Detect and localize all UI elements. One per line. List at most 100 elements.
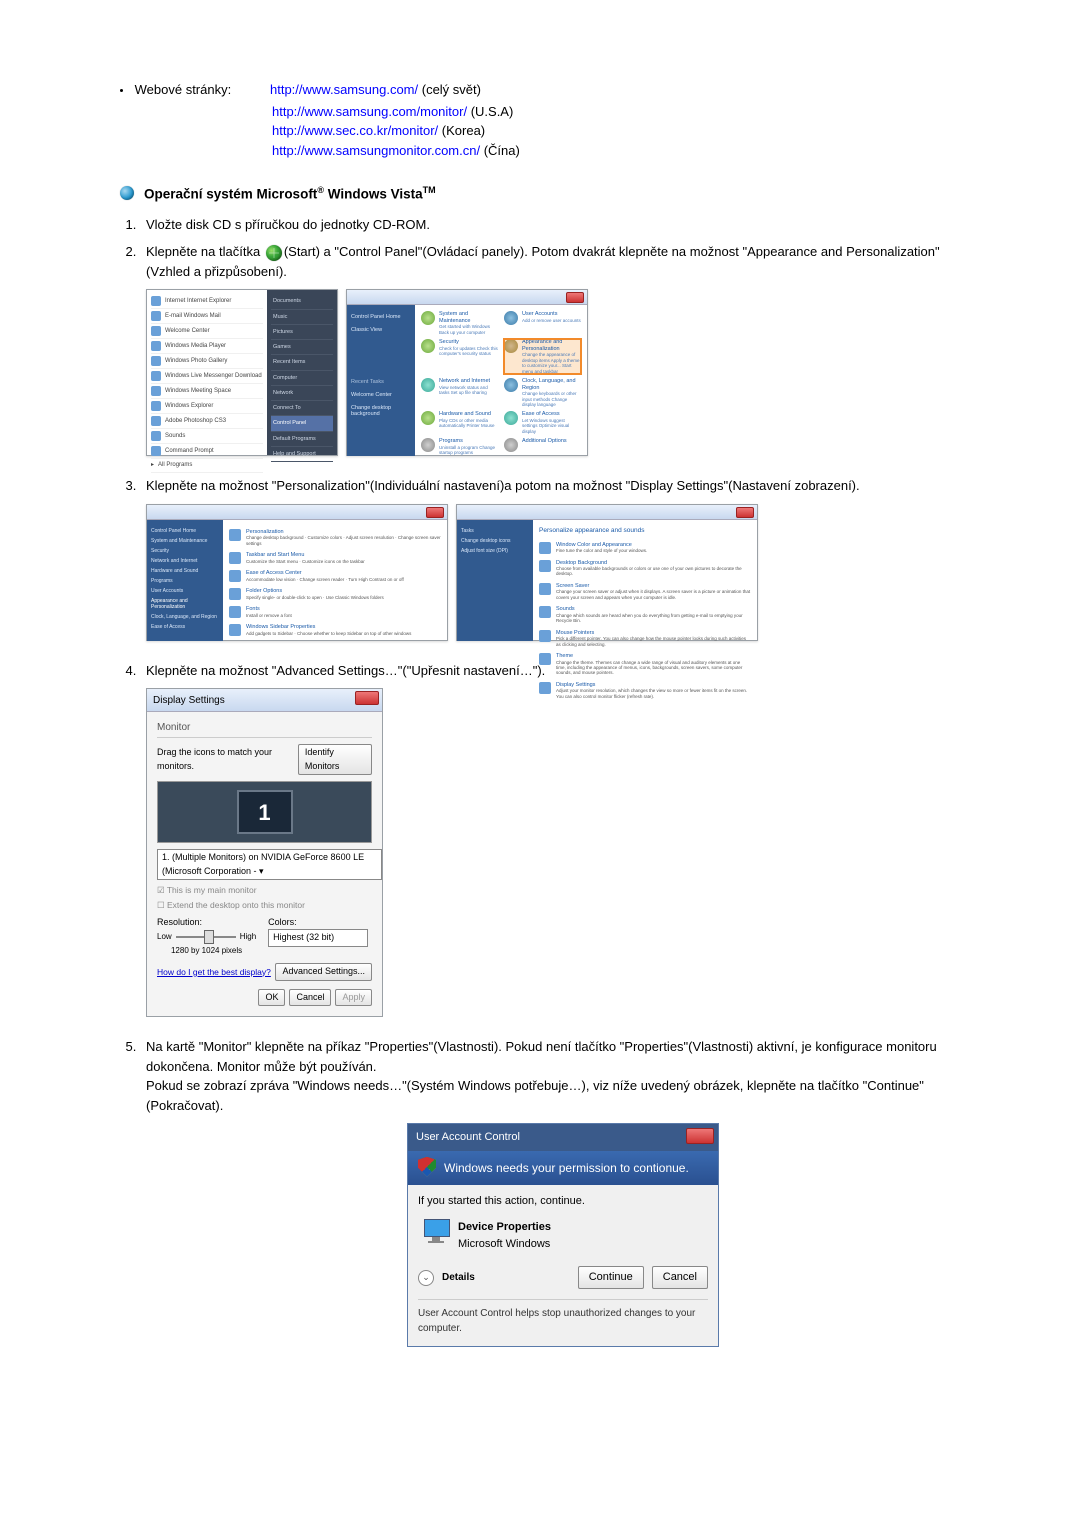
personalization-main: Personalize appearance and sounds Window… xyxy=(533,520,757,641)
app-icon xyxy=(151,296,161,306)
side-item: Change desktop icons xyxy=(461,536,529,546)
start-menu-control-panel: Control Panel xyxy=(271,416,333,431)
start-menu-item: Windows Photo Gallery xyxy=(165,357,227,366)
app-icon xyxy=(151,356,161,366)
item-title: Ease of Access Center xyxy=(246,570,302,576)
app-icon xyxy=(151,341,161,351)
best-display-link[interactable]: How do I get the best display? xyxy=(157,966,271,979)
bullet-dot-icon xyxy=(120,89,123,92)
start-menu-item: Music xyxy=(271,310,333,325)
continue-button[interactable]: Continue xyxy=(578,1266,644,1289)
start-menu-item: Pictures xyxy=(271,325,333,340)
cp-side-recent-item: Change desktop background xyxy=(351,402,411,421)
personalization-sidebar: Tasks Change desktop icons Adjust font s… xyxy=(457,520,533,641)
category-icon xyxy=(504,438,518,452)
step-4: Klepněte na možnost "Advanced Settings…"… xyxy=(140,661,980,1018)
slider-low: Low xyxy=(157,931,172,943)
item-icon xyxy=(229,588,241,600)
section-title: Operační systém Microsoft® Windows Vista… xyxy=(144,184,436,205)
main-monitor-checkbox: ☑ This is my main monitor xyxy=(157,884,372,897)
cp-item-title: Ease of Access xyxy=(522,411,560,417)
appearance-panel-screenshot: Control Panel Home System and Maintenanc… xyxy=(146,504,448,641)
cp-item-title: User Accounts xyxy=(522,311,557,317)
item-icon xyxy=(539,630,551,642)
monitor-select[interactable]: 1. (Multiple Monitors) on NVIDIA GeForce… xyxy=(157,849,382,880)
start-menu-item: Adobe Photoshop CS3 xyxy=(165,417,226,426)
ok-button[interactable]: OK xyxy=(258,989,285,1007)
chevron-down-icon[interactable]: ⌄ xyxy=(418,1270,434,1286)
start-menu-left: Internet Internet Explorer E-mail Window… xyxy=(147,290,267,455)
uac-titlebar: User Account Control xyxy=(408,1124,718,1151)
steps-list: Vložte disk CD s příručkou do jednotky C… xyxy=(140,215,980,1347)
start-menu-right: Documents Music Pictures Games Recent It… xyxy=(267,290,337,455)
step-2-text-a: Klepněte na tlačítka xyxy=(146,244,264,259)
start-menu-item: Windows Media Player xyxy=(165,342,226,351)
link-suffix: (U.S.A) xyxy=(467,104,513,119)
start-menu-item: Recent Items xyxy=(271,355,333,370)
link-suffix: (Korea) xyxy=(438,123,485,138)
advanced-settings-button[interactable]: Advanced Settings... xyxy=(275,963,372,981)
cp-item-sub: Uninstall a program Change startup progr… xyxy=(439,445,498,456)
item-desc: Accommodate low vision · Change screen r… xyxy=(246,577,404,582)
side-item: Programs xyxy=(151,576,219,586)
appearance-main: PersonalizationChange desktop background… xyxy=(223,520,447,641)
step-3: Klepněte na možnost "Personalization"(In… xyxy=(140,476,980,641)
side-item: System and Maintenance xyxy=(151,536,219,546)
uac-dialog: User Account Control Windows needs your … xyxy=(407,1123,719,1347)
category-icon xyxy=(504,311,518,325)
item-desc: Add gadgets to Sidebar · Choose whether … xyxy=(246,631,411,636)
app-icon xyxy=(151,386,161,396)
uac-banner: Windows needs your permission to contion… xyxy=(408,1151,718,1185)
cp-item-sub: Change the appearance of desktop items A… xyxy=(522,352,581,374)
item-title: Folder Options xyxy=(246,588,282,594)
app-icon xyxy=(151,401,161,411)
item-desc: Pick a different pointer. You can also c… xyxy=(556,636,751,647)
monitor-thumbnail: 1 xyxy=(237,790,293,834)
side-item: Tasks xyxy=(461,526,529,536)
item-display-settings: Display Settings xyxy=(556,682,595,688)
item-title: Mouse Pointers xyxy=(556,630,594,636)
close-icon xyxy=(686,1128,714,1144)
sphere-bullet-icon xyxy=(120,186,134,200)
appearance-sidebar: Control Panel Home System and Maintenanc… xyxy=(147,520,223,641)
uac-device-name: Device Properties xyxy=(458,1219,551,1236)
close-icon xyxy=(566,292,584,303)
cancel-button[interactable]: Cancel xyxy=(289,989,331,1007)
apply-button: Apply xyxy=(335,989,372,1007)
control-panel-screenshot: Control Panel Home Classic View Recent T… xyxy=(346,289,588,456)
category-icon xyxy=(421,411,435,425)
link-sec-korea[interactable]: http://www.sec.co.kr/monitor/ xyxy=(272,123,438,138)
identify-monitors-button[interactable]: Identify Monitors xyxy=(298,744,372,775)
cp-item-sub: Let Windows suggest settings Optimize vi… xyxy=(522,418,581,434)
start-menu-allprograms: All Programs xyxy=(158,461,192,470)
colors-select[interactable]: Highest (32 bit) xyxy=(268,929,368,947)
panel-header: Personalize appearance and sounds xyxy=(539,526,751,536)
step-5-text-a: Na kartě "Monitor" klepněte na příkaz "P… xyxy=(146,1039,937,1074)
side-item: Hardware and Sound xyxy=(151,566,219,576)
item-desc: Fine tune the color and style of your wi… xyxy=(556,548,647,553)
start-menu-item: Documents xyxy=(271,294,333,309)
start-menu-item: Network xyxy=(271,386,333,401)
link-samsung-world[interactable]: http://www.samsung.com/ xyxy=(270,82,418,97)
item-icon xyxy=(229,624,241,636)
step-5-text-b: Pokud se zobrazí zpráva "Windows needs…"… xyxy=(146,1078,924,1113)
step-4-screenshots: Display Settings Monitor Drag the icons … xyxy=(146,688,980,1017)
item-title: Taskbar and Start Menu xyxy=(246,552,304,558)
cancel-button[interactable]: Cancel xyxy=(652,1266,708,1289)
side-item: Adjust font size (DPI) xyxy=(461,546,529,556)
resolution-slider[interactable]: Low High xyxy=(157,931,256,943)
website-label-text: Webové stránky: xyxy=(135,82,232,97)
slider-high: High xyxy=(240,931,256,943)
uac-banner-text: Windows needs your permission to contion… xyxy=(444,1161,689,1175)
cp-item-title: Security xyxy=(439,339,459,345)
link-samsung-usa[interactable]: http://www.samsung.com/monitor/ xyxy=(272,104,467,119)
category-icon xyxy=(421,378,435,392)
link-samsung-china[interactable]: http://www.samsungmonitor.com.cn/ xyxy=(272,143,480,158)
step-1: Vložte disk CD s příručkou do jednotky C… xyxy=(140,215,980,235)
uac-started-text: If you started this action, continue. xyxy=(418,1193,708,1210)
website-links-block: Webové stránky: http://www.samsung.com/ … xyxy=(120,80,980,160)
link-suffix: (celý svět) xyxy=(418,82,481,97)
category-icon xyxy=(421,311,435,325)
details-label[interactable]: Details xyxy=(442,1270,570,1285)
item-title: Sounds xyxy=(556,606,575,612)
